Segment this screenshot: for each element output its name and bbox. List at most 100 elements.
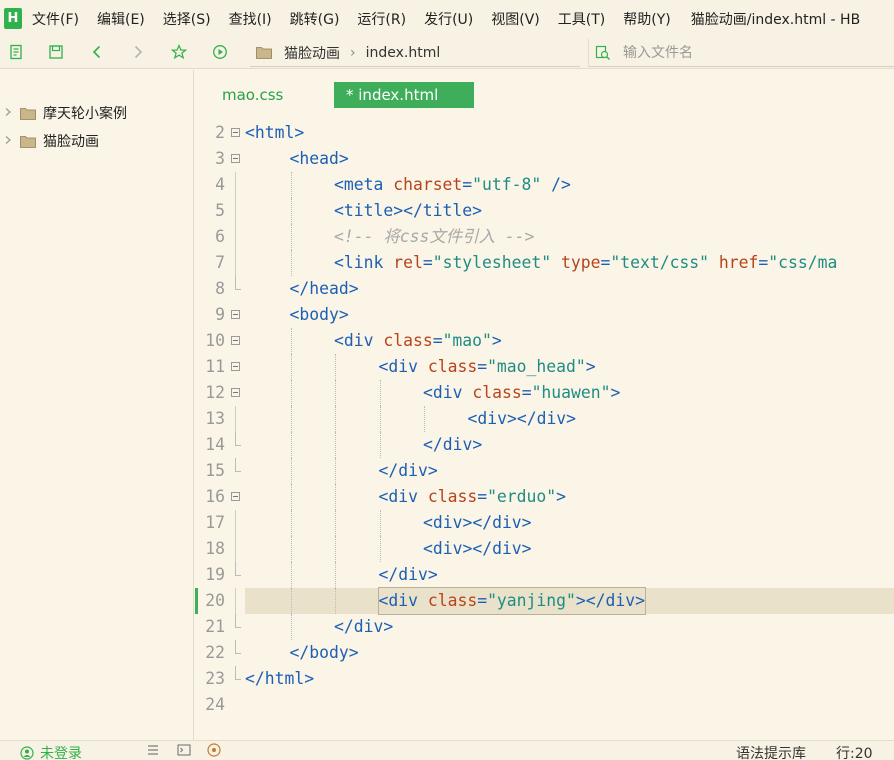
fold-toggle-icon[interactable]: [231, 362, 240, 371]
indent-guide: [335, 458, 336, 484]
code-text: <!-- 将css文件引入 -->: [334, 227, 535, 246]
line-number: 2: [215, 123, 225, 142]
line-number: 20: [205, 591, 225, 610]
code-line[interactable]: 12 <div class="huawen">: [195, 380, 894, 406]
breadcrumb-file[interactable]: index.html: [366, 45, 441, 61]
fold-range-marker: [235, 588, 236, 614]
code-line[interactable]: 7 <link rel="stylesheet" type="text/css" …: [195, 250, 894, 276]
file-search-input[interactable]: [623, 44, 863, 61]
code-text: <head>: [289, 149, 349, 168]
tree-item-project-2[interactable]: 猫脸动画: [0, 130, 194, 152]
code-line[interactable]: 20 <div class="yanjing"></div>: [195, 587, 894, 615]
fold-end-marker: [235, 640, 241, 654]
line-number: 21: [205, 617, 225, 636]
terminal-icon[interactable]: [177, 743, 191, 757]
tab-mao-css[interactable]: mao.css: [210, 82, 295, 108]
code-text: <html>: [245, 123, 305, 142]
login-status[interactable]: 未登录: [20, 743, 82, 760]
user-icon: [20, 746, 34, 760]
code-line[interactable]: 23 </html>: [195, 666, 894, 692]
fold-range-marker: [235, 250, 236, 276]
line-number: 19: [205, 565, 225, 584]
fold-range-marker: [235, 224, 236, 250]
breadcrumb-folder[interactable]: 猫脸动画: [284, 43, 340, 63]
code-line[interactable]: 10 <div class="mao">: [195, 328, 894, 354]
menu-publish[interactable]: 发行(U): [424, 9, 473, 29]
code-line[interactable]: 5 <title></title>: [195, 198, 894, 224]
tab-index-html[interactable]: * index.html: [334, 82, 474, 108]
menu-goto[interactable]: 跳转(G): [290, 9, 340, 29]
list-icon[interactable]: [146, 743, 160, 757]
indent-guide: [335, 484, 336, 510]
code-line[interactable]: 19 </div>: [195, 562, 894, 588]
code-line[interactable]: 24: [195, 692, 894, 718]
indent-guide: [290, 406, 292, 432]
line-number: 3: [215, 149, 225, 168]
code-line[interactable]: 22 </body>: [195, 640, 894, 666]
code-line[interactable]: 2 <html>: [195, 120, 894, 146]
menu-edit[interactable]: 编辑(E): [97, 9, 145, 29]
indent-guide: [290, 536, 292, 562]
code-text: </div>: [423, 435, 483, 454]
line-number: 8: [215, 279, 225, 298]
line-number: 23: [205, 669, 225, 688]
indent-guide: [290, 432, 292, 458]
save-icon[interactable]: [46, 42, 66, 62]
chevron-right-icon[interactable]: [4, 107, 12, 120]
menu-view[interactable]: 视图(V): [491, 9, 540, 29]
code-line[interactable]: 6 <!-- 将css文件引入 -->: [195, 224, 894, 250]
menu-select[interactable]: 选择(S): [163, 9, 211, 29]
fold-toggle-icon[interactable]: [231, 336, 240, 345]
fold-toggle-icon[interactable]: [231, 310, 240, 319]
indent-guide: [335, 588, 336, 614]
fold-end-marker: [235, 614, 241, 628]
back-icon[interactable]: [87, 42, 107, 62]
code-line[interactable]: 8 </head>: [195, 276, 894, 302]
code-editor[interactable]: 2 <html> 3 <head> 4 <meta charset="utf-8" /> 5…: [195, 114, 894, 740]
folder-icon: [256, 46, 272, 59]
menu-run[interactable]: 运行(R): [357, 9, 406, 29]
fold-end-marker: [235, 458, 241, 472]
app-logo: H: [4, 8, 22, 29]
code-line[interactable]: 16 <div class="erduo">: [195, 484, 894, 510]
fold-toggle-icon[interactable]: [231, 128, 240, 137]
code-line[interactable]: 4 <meta charset="utf-8" />: [195, 172, 894, 198]
code-text: </body>: [289, 643, 359, 662]
code-line[interactable]: 21 </div>: [195, 614, 894, 640]
menu-help[interactable]: 帮助(Y): [623, 9, 670, 29]
login-label: 未登录: [40, 746, 82, 760]
fold-toggle-icon[interactable]: [231, 388, 240, 397]
syntax-hint-library[interactable]: 语法提示库: [736, 743, 806, 760]
code-line[interactable]: 3 <head>: [195, 146, 894, 172]
code-text: <link rel="stylesheet" type="text/css" h…: [334, 253, 838, 272]
menu-tools[interactable]: 工具(T): [558, 9, 605, 29]
code-line[interactable]: 9 <body>: [195, 302, 894, 328]
code-line[interactable]: 13 <div></div>: [195, 406, 894, 432]
browser-icon[interactable]: [207, 743, 221, 757]
code-line[interactable]: 14 </div>: [195, 432, 894, 458]
fold-end-marker: [235, 276, 241, 290]
forward-icon[interactable]: [128, 42, 148, 62]
code-line[interactable]: 18 <div></div>: [195, 536, 894, 562]
fold-toggle-icon[interactable]: [231, 492, 240, 501]
new-file-icon[interactable]: [6, 42, 26, 62]
code-line[interactable]: 11 <div class="mao_head">: [195, 354, 894, 380]
indent-guide: [290, 510, 292, 536]
indent-guide: [290, 562, 292, 588]
menu-file[interactable]: 文件(F): [32, 9, 79, 29]
code-text: <div></div>: [423, 513, 532, 532]
code-text: </div>: [334, 617, 394, 636]
code-text: <div class="mao_head">: [378, 357, 596, 376]
chevron-right-icon[interactable]: [4, 135, 12, 148]
run-icon[interactable]: [210, 42, 230, 62]
line-number: 22: [205, 643, 225, 662]
fold-toggle-icon[interactable]: [231, 154, 240, 163]
indent-guide: [379, 536, 381, 562]
tree-item-project-1[interactable]: 摩天轮小案例: [0, 102, 194, 124]
code-line[interactable]: 15 </div>: [195, 458, 894, 484]
folder-icon: [20, 107, 36, 120]
favorite-star-icon[interactable]: [169, 42, 189, 62]
code-line[interactable]: 17 <div></div>: [195, 510, 894, 536]
menu-find[interactable]: 查找(I): [229, 9, 272, 29]
fold-end-marker: [235, 562, 241, 576]
